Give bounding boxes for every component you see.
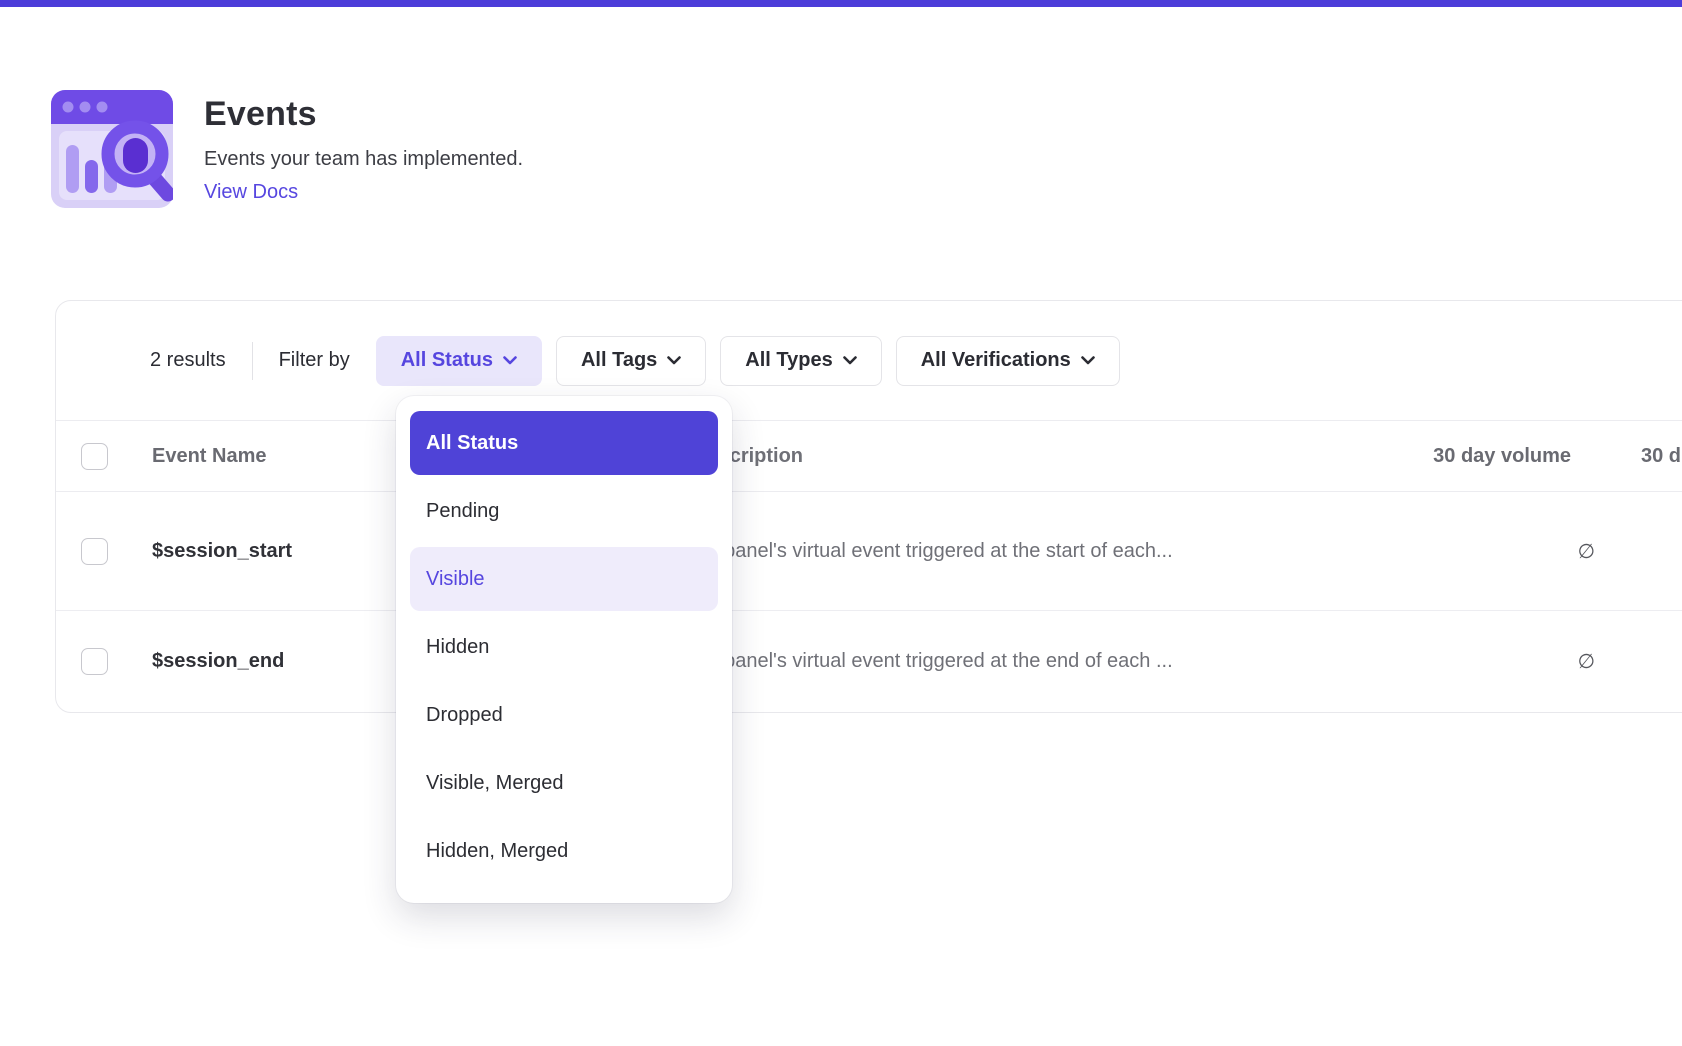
types-filter-button[interactable]: All Types: [720, 336, 881, 386]
tags-filter-button[interactable]: All Tags: [556, 336, 706, 386]
types-filter-label: All Types: [745, 349, 832, 372]
table-row[interactable]: $session_end Mixpanel's virtual event tr…: [56, 611, 1682, 712]
toolbar-divider: [252, 342, 253, 380]
page-title: Events: [204, 95, 523, 134]
filter-toolbar: 2 results Filter by All Status All Tags …: [56, 301, 1682, 420]
dropdown-item-all-status[interactable]: All Status: [410, 411, 718, 475]
events-table-card: 2 results Filter by All Status All Tags …: [55, 300, 1682, 713]
status-filter-button[interactable]: All Status: [376, 336, 542, 386]
column-header-30-day-users[interactable]: 30 d: [1595, 445, 1682, 468]
events-report-icon: [51, 90, 173, 208]
results-count: 2 results: [150, 349, 226, 372]
status-filter-label: All Status: [401, 349, 493, 372]
chevron-down-icon: [667, 356, 681, 365]
chevron-down-icon: [503, 356, 517, 365]
dropdown-item-hidden-merged[interactable]: Hidden, Merged: [410, 819, 718, 883]
dropdown-item-visible-merged[interactable]: Visible, Merged: [410, 751, 718, 815]
dropdown-item-pending[interactable]: Pending: [410, 479, 718, 543]
event-description: Mixpanel's virtual event triggered at th…: [693, 650, 1351, 673]
tags-filter-label: All Tags: [581, 349, 657, 372]
column-header-30-day-volume[interactable]: 30 day volume: [1351, 445, 1595, 468]
event-30-day-volume: ∅: [1578, 541, 1595, 563]
table-row[interactable]: $session_start Mixpanel's virtual event …: [56, 492, 1682, 611]
row-checkbox[interactable]: [81, 648, 108, 675]
dropdown-item-visible[interactable]: Visible: [410, 547, 718, 611]
row-checkbox[interactable]: [81, 538, 108, 565]
event-30-day-volume: ∅: [1578, 651, 1595, 673]
dropdown-item-hidden[interactable]: Hidden: [410, 615, 718, 679]
top-accent-bar: [0, 0, 1682, 7]
page-subtitle: Events your team has implemented.: [204, 148, 523, 171]
verifications-filter-label: All Verifications: [921, 349, 1071, 372]
status-dropdown-menu: All Status Pending Visible Hidden Droppe…: [396, 396, 732, 903]
verifications-filter-button[interactable]: All Verifications: [896, 336, 1120, 386]
page-header: Events Events your team has implemented.…: [51, 90, 523, 208]
chevron-down-icon: [843, 356, 857, 365]
view-docs-link[interactable]: View Docs: [204, 181, 298, 204]
table-header-row: Event Name Description 30 day volume 30 …: [56, 420, 1682, 492]
event-description: Mixpanel's virtual event triggered at th…: [693, 540, 1351, 563]
chevron-down-icon: [1081, 356, 1095, 365]
filter-by-label: Filter by: [279, 349, 350, 372]
dropdown-item-dropped[interactable]: Dropped: [410, 683, 718, 747]
select-all-checkbox[interactable]: [81, 443, 108, 470]
column-header-description[interactable]: Description: [693, 445, 1351, 468]
